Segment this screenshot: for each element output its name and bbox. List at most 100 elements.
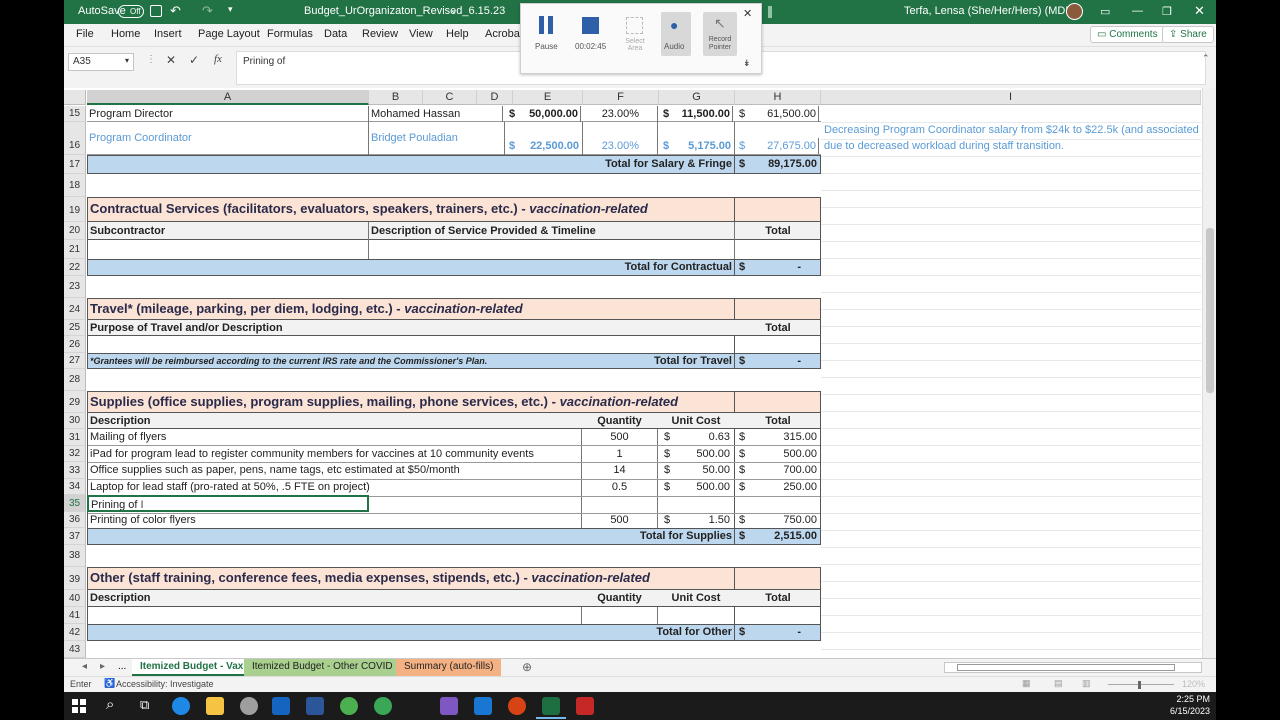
cell-h33[interactable]: 700.00 [749,462,819,478]
menu-insert[interactable]: Insert [154,28,182,40]
column-header-c[interactable]: C [423,90,477,105]
row-header[interactable]: 27 [64,353,86,369]
cell-g31[interactable]: 0.63 [674,429,732,445]
menu-page-layout[interactable]: Page Layout [198,28,260,40]
row-header[interactable]: 30 [64,413,86,429]
cell-f15[interactable]: 23.00% [583,106,641,122]
cell-b15[interactable]: Mohamed Hassan [369,106,503,122]
cell-g40[interactable]: Unit Cost [658,590,734,606]
edge-icon[interactable] [172,697,190,715]
column-header-a[interactable]: A [87,90,369,105]
insert-function-icon[interactable]: fx [214,53,222,65]
task-view-icon[interactable]: ⧉ [140,697,149,713]
vertical-scroll-thumb[interactable] [1206,228,1214,393]
column-header-f[interactable]: F [583,90,659,105]
chrome-icon[interactable] [340,697,358,715]
file-name[interactable]: Budget_UrOrganizaton_Revised_6.15.23 [304,5,505,17]
ribbon-display-icon[interactable]: ▭ [1100,5,1110,18]
save-icon[interactable] [150,5,162,17]
cell-f36[interactable]: 500 [582,512,657,528]
cell-a33[interactable]: Office supplies such as paper, pens, nam… [88,462,580,478]
section-title-supplies[interactable]: Supplies (office supplies, program suppl… [88,393,733,411]
cell-h15[interactable]: 61,500.00 [749,106,819,122]
pin-icon[interactable]: ↡ [743,58,751,69]
vertical-scrollbar[interactable] [1202,88,1216,658]
cell-h36[interactable]: 750.00 [749,512,819,528]
accessibility-status[interactable]: Accessibility: Investigate [116,679,214,689]
cell-a36[interactable]: Printing of color flyers [88,512,580,528]
name-box[interactable]: A35 ▾ [68,53,134,71]
share-button[interactable]: ⇪ Share [1162,26,1214,43]
cell-i16-note-line2[interactable]: due to decreased workload during staff t… [822,138,1202,154]
cell-g32[interactable]: 500.00 [674,446,732,462]
cell-g36[interactable]: 1.50 [674,512,732,528]
powerpoint-icon[interactable] [508,697,526,715]
row-header[interactable]: 38 [64,545,86,567]
cell-a16[interactable]: Program Coordinator [87,130,369,146]
menu-help[interactable]: Help [446,28,469,40]
row-header[interactable]: 17 [64,155,86,174]
section-title-contractual[interactable]: Contractual Services (facilitators, eval… [88,200,733,218]
snipping-tool-icon[interactable] [240,697,258,715]
menu-file[interactable]: File [76,28,94,40]
zoom-level[interactable]: 120% [1182,679,1205,689]
select-area-icon[interactable] [626,17,643,34]
cell-f34[interactable]: 0.5 [582,479,657,495]
active-cell-a35[interactable]: Prining of I [87,495,369,512]
normal-view-icon[interactable]: ▦ [1022,678,1031,689]
row-header[interactable]: 15 [64,106,86,122]
total-value[interactable]: - [749,353,803,369]
row-header[interactable]: 20 [64,222,86,240]
cell-f16[interactable]: 23.00% [583,138,641,154]
total-value[interactable]: - [749,624,803,640]
redo-icon[interactable]: ↷ [202,3,213,19]
row-header[interactable]: 28 [64,369,86,391]
cell-e15[interactable]: 50,000.00 [519,106,581,122]
acrobat-icon[interactable] [576,697,594,715]
travel-footnote[interactable]: *Grantees will be reimbursed according t… [88,353,608,369]
webex-icon[interactable] [474,697,492,715]
select-all-corner[interactable] [64,90,86,105]
row-header[interactable]: 32 [64,446,86,462]
cell-i16-note-line1[interactable]: Decreasing Program Coordinator salary fr… [822,122,1202,138]
cell-h20[interactable]: Total [735,223,821,239]
section-title-other[interactable]: Other (staff training, conference fees, … [88,569,733,587]
page-layout-view-icon[interactable]: ▤ [1054,678,1063,689]
row-header[interactable]: 18 [64,174,86,197]
cell-f40[interactable]: Quantity [582,590,657,606]
total-value[interactable]: 2,515.00 [749,528,819,544]
row-header[interactable]: 26 [64,336,86,353]
cell-g30[interactable]: Unit Cost [658,413,734,429]
row-header[interactable]: 39 [64,567,86,590]
search-icon[interactable]: ⌕ [106,696,114,713]
row-header[interactable]: 21 [64,240,86,259]
menu-acrobat[interactable]: Acrobat [485,28,523,40]
row-header[interactable]: 19 [64,197,86,222]
worksheet-grid[interactable]: A B C D E F G H I 15 16 17 18 19 20 21 2… [64,88,1202,658]
row-header[interactable]: 41 [64,607,86,624]
tab-itemized-budget-other-covid[interactable]: Itemized Budget - Other COVID [244,659,401,676]
cell-g15[interactable]: 11,500.00 [673,106,733,122]
close-recorder-icon[interactable]: ✕ [743,7,752,20]
undo-icon[interactable]: ↶ [170,3,181,19]
clock-time[interactable]: 2:25 PM [1170,694,1210,704]
restore-icon[interactable]: ❐ [1162,5,1172,18]
cell-f33[interactable]: 14 [582,462,657,478]
avatar[interactable] [1066,3,1083,20]
row-header[interactable]: 24 [64,298,86,320]
tab-itemized-budget-vax[interactable]: Itemized Budget - Vax [132,659,252,676]
comments-button[interactable]: ▭ Comments [1090,26,1165,43]
cell-a20[interactable]: Subcontractor [88,223,368,239]
row-header[interactable]: 40 [64,590,86,607]
column-header-b[interactable]: B [369,90,423,105]
word-icon[interactable] [306,697,324,715]
cell-f31[interactable]: 500 [582,429,657,445]
cell-g34[interactable]: 500.00 [674,479,732,495]
row-header[interactable]: 43 [64,641,86,658]
column-header-d[interactable]: D [477,90,513,105]
tab-summary[interactable]: Summary (auto-fills) [396,659,502,676]
minimize-icon[interactable]: — [1132,5,1143,17]
file-explorer-icon[interactable] [206,697,224,715]
cell-g16[interactable]: 5,175.00 [673,138,733,154]
cell-h34[interactable]: 250.00 [749,479,819,495]
